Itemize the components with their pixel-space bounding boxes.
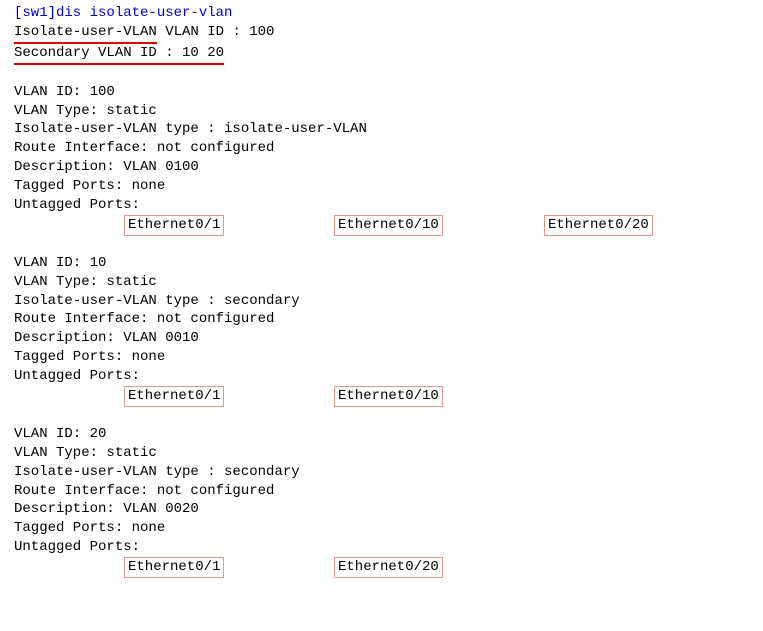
port-row: Ethernet0/1 Ethernet0/10 <box>124 386 749 407</box>
header-line-2: Secondary VLAN ID : 10 20 <box>14 44 749 65</box>
vlan-route-line: Route Interface: not configured <box>14 482 749 501</box>
spacer <box>14 407 749 425</box>
vlan-desc-line: Description: VLAN 0100 <box>14 158 749 177</box>
port-box: Ethernet0/1 <box>124 386 224 407</box>
vlan-iuv-type-line: Isolate-user-VLAN type : isolate-user-VL… <box>14 120 749 139</box>
vlan-type-line: VLAN Type: static <box>14 102 749 121</box>
port-box: Ethernet0/20 <box>544 215 653 236</box>
port-box: Ethernet0/1 <box>124 215 224 236</box>
header-line-1-rest: VLAN ID : 100 <box>157 24 275 40</box>
vlan-id-line: VLAN ID: 100 <box>14 83 749 102</box>
vlan-tagged-line: Tagged Ports: none <box>14 348 749 367</box>
port-box: Ethernet0/10 <box>334 215 443 236</box>
vlan-iuv-type-line: Isolate-user-VLAN type : secondary <box>14 463 749 482</box>
vlan-untagged-line: Untagged Ports: <box>14 367 749 386</box>
vlan-iuv-type-line: Isolate-user-VLAN type : secondary <box>14 292 749 311</box>
vlan-tagged-line: Tagged Ports: none <box>14 519 749 538</box>
command-prompt: [sw1]dis isolate-user-vlan <box>14 4 749 23</box>
header-line-1: Isolate-user-VLAN VLAN ID : 100 <box>14 23 749 44</box>
vlan-route-line: Route Interface: not configured <box>14 310 749 329</box>
vlan-untagged-line: Untagged Ports: <box>14 538 749 557</box>
vlan-untagged-line: Untagged Ports: <box>14 196 749 215</box>
vlan-id-line: VLAN ID: 10 <box>14 254 749 273</box>
vlan-type-line: VLAN Type: static <box>14 444 749 463</box>
port-box: Ethernet0/20 <box>334 557 443 578</box>
spacer <box>14 236 749 254</box>
port-row: Ethernet0/1 Ethernet0/20 <box>124 557 749 578</box>
port-box: Ethernet0/1 <box>124 557 224 578</box>
header-line-1-underlined: Isolate-user-VLAN <box>14 23 157 44</box>
header-line-2-underlined: Secondary VLAN ID : 10 20 <box>14 44 224 65</box>
spacer <box>14 65 749 83</box>
vlan-tagged-line: Tagged Ports: none <box>14 177 749 196</box>
port-row: Ethernet0/1 Ethernet0/10 Ethernet0/20 <box>124 215 749 236</box>
vlan-id-line: VLAN ID: 20 <box>14 425 749 444</box>
vlan-route-line: Route Interface: not configured <box>14 139 749 158</box>
vlan-type-line: VLAN Type: static <box>14 273 749 292</box>
port-box: Ethernet0/10 <box>334 386 443 407</box>
vlan-desc-line: Description: VLAN 0020 <box>14 500 749 519</box>
vlan-desc-line: Description: VLAN 0010 <box>14 329 749 348</box>
